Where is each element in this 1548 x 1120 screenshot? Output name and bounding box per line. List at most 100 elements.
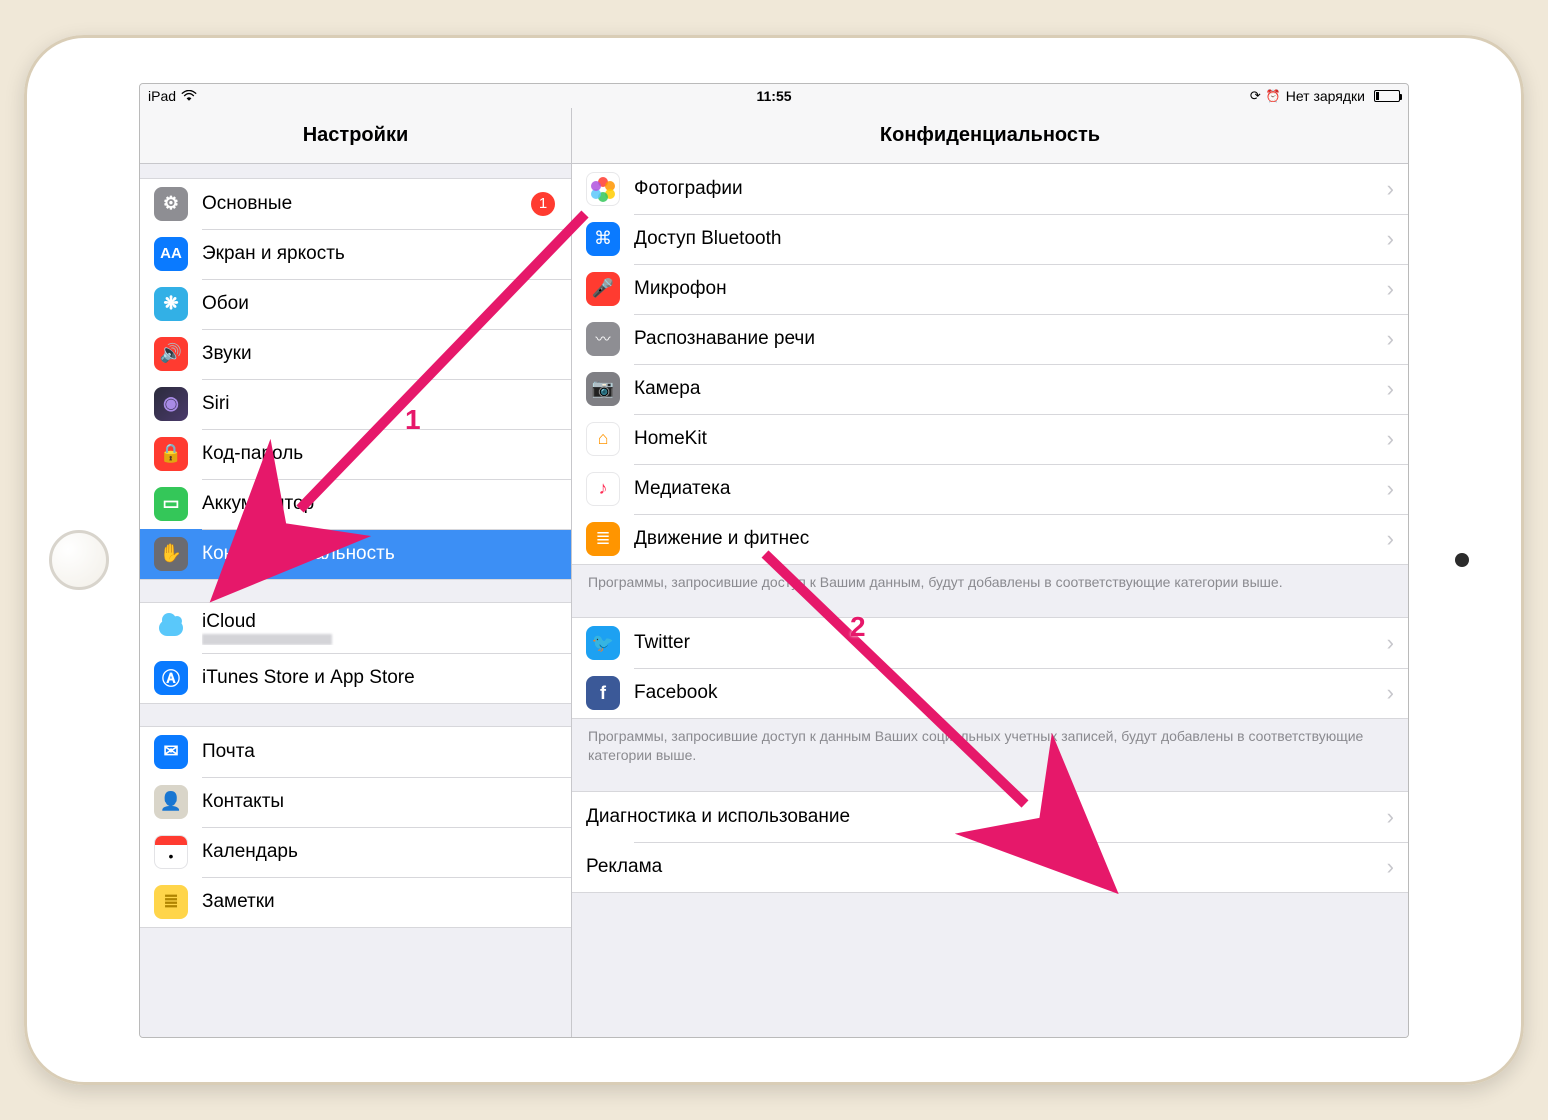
siri-icon: ◉ — [154, 387, 188, 421]
privacy-item-media[interactable]: ♪ Медиатека› — [572, 464, 1408, 514]
sidebar-item-label: Почта — [202, 741, 555, 763]
screen: iPad 11:55 ⟳ ⏰ Нет зарядки Настройки — [139, 83, 1409, 1038]
sidebar-item-mail[interactable]: ✉︎ Почта — [140, 727, 571, 777]
sidebar-title: Настройки — [140, 108, 571, 164]
sidebar-item-wallpaper[interactable]: ❋Обои — [140, 279, 571, 329]
calendar-icon: • — [154, 835, 188, 869]
chevron-right-icon: › — [1387, 526, 1394, 552]
sidebar-item-battery[interactable]: ▭ Аккумулятор — [140, 479, 571, 529]
sidebar-item-label: Контакты — [202, 791, 555, 813]
settings-sidebar: Настройки ⚙︎ Основные1 AAЭкран и яркость❋О… — [140, 108, 572, 1037]
sidebar-item-display[interactable]: AAЭкран и яркость — [140, 229, 571, 279]
privacy-footer-1: Программы, запросившие доступ к Вашим да… — [572, 565, 1408, 592]
contacts-icon: 👤 — [154, 785, 188, 819]
status-bar: iPad 11:55 ⟳ ⏰ Нет зарядки — [140, 84, 1408, 108]
badge: 1 — [531, 192, 555, 216]
wifi-icon — [181, 90, 197, 102]
privacy-item-label: Медиатека — [634, 478, 1387, 500]
sidebar-item-label: Звуки — [202, 343, 555, 365]
device-label: iPad — [148, 88, 176, 104]
notes-icon: ≣ — [154, 885, 188, 919]
privacy-item-bluetooth[interactable]: ⌘Доступ Bluetooth› — [572, 214, 1408, 264]
privacy-item-speech[interactable]: 〰 Распознавание речи› — [572, 314, 1408, 364]
battery-text: Нет зарядки — [1286, 88, 1365, 104]
privacy-item-motion[interactable]: ≣ Движение и фитнес› — [572, 514, 1408, 564]
speech-icon: 〰 — [586, 322, 620, 356]
privacy-item-label: Движение и фитнес — [634, 528, 1387, 550]
media-icon: ♪ — [586, 472, 620, 506]
mail-icon: ✉︎ — [154, 735, 188, 769]
photos-icon — [586, 172, 620, 206]
sidebar-item-label: Обои — [202, 293, 555, 315]
privacy-item-ads[interactable]: Реклама› — [572, 842, 1408, 892]
sidebar-item-label: Календарь — [202, 841, 555, 863]
sidebar-item-label: Основные — [202, 193, 531, 215]
privacy-item-label: Реклама — [586, 856, 1387, 878]
sidebar-item-general[interactable]: ⚙︎ Основные1 — [140, 179, 571, 229]
sidebar-item-appstore[interactable]: ⒶiTunes Store и App Store — [140, 653, 571, 703]
chevron-right-icon: › — [1387, 680, 1394, 706]
front-camera — [1455, 553, 1469, 567]
privacy-item-facebook[interactable]: f Facebook› — [572, 668, 1408, 718]
rotation-lock-icon: ⟳ — [1250, 88, 1261, 104]
sidebar-group-2: iCloud ⒶiTunes Store и App Store — [140, 602, 571, 704]
chevron-right-icon: › — [1387, 176, 1394, 202]
camera-icon: 📷 — [586, 372, 620, 406]
sidebar-item-label: Заметки — [202, 891, 555, 913]
privacy-item-label: HomeKit — [634, 428, 1387, 450]
sidebar-item-label: Аккумулятор — [202, 493, 555, 515]
sidebar-item-sound[interactable]: 🔊 Звуки — [140, 329, 571, 379]
privacy-group-social: 🐦Twitter› f Facebook› — [572, 617, 1408, 719]
battery-icon — [1374, 90, 1400, 102]
battery-icon: ▭ — [154, 487, 188, 521]
chevron-right-icon: › — [1387, 476, 1394, 502]
privacy-item-mic[interactable]: 🎤Микрофон› — [572, 264, 1408, 314]
privacy-item-photos[interactable]: Фотографии› — [572, 164, 1408, 214]
detail-pane: Конфиденциальность Фотографии›⌘Доступ Bl… — [572, 108, 1408, 1037]
privacy-item-label: Камера — [634, 378, 1387, 400]
privacy-item-label: Диагностика и использование — [586, 806, 1387, 828]
sidebar-item-icloud[interactable]: iCloud — [140, 603, 571, 653]
privacy-item-diag[interactable]: Диагностика и использование› — [572, 792, 1408, 842]
home-button[interactable] — [49, 530, 109, 590]
chevron-right-icon: › — [1387, 376, 1394, 402]
privacy-item-homekit[interactable]: ⌂ HomeKit› — [572, 414, 1408, 464]
motion-icon: ≣ — [586, 522, 620, 556]
sidebar-group-1: ⚙︎ Основные1 AAЭкран и яркость❋Обои 🔊 Звуки ◉… — [140, 178, 571, 580]
icloud-icon — [154, 611, 188, 645]
display-icon: AA — [154, 237, 188, 271]
sound-icon: 🔊 — [154, 337, 188, 371]
sidebar-item-label: iTunes Store и App Store — [202, 667, 555, 689]
privacy-icon: ✋ — [154, 537, 188, 571]
sidebar-item-calendar[interactable]: • Календарь — [140, 827, 571, 877]
mic-icon: 🎤 — [586, 272, 620, 306]
ipad-frame: iPad 11:55 ⟳ ⏰ Нет зарядки Настройки — [24, 35, 1524, 1085]
gear-icon: ⚙︎ — [154, 187, 188, 221]
detail-title: Конфиденциальность — [572, 108, 1408, 164]
homekit-icon: ⌂ — [586, 422, 620, 456]
sidebar-item-label: Конфиденциальность — [202, 543, 555, 565]
privacy-item-label: Фотографии — [634, 178, 1387, 200]
facebook-icon: f — [586, 676, 620, 710]
sidebar-item-notes[interactable]: ≣ Заметки — [140, 877, 571, 927]
chevron-right-icon: › — [1387, 426, 1394, 452]
chevron-right-icon: › — [1387, 854, 1394, 880]
status-time: 11:55 — [756, 88, 791, 104]
chevron-right-icon: › — [1387, 326, 1394, 352]
chevron-right-icon: › — [1387, 804, 1394, 830]
privacy-item-label: Распознавание речи — [634, 328, 1387, 350]
passcode-icon: 🔒 — [154, 437, 188, 471]
privacy-item-camera[interactable]: 📷 Камера› — [572, 364, 1408, 414]
privacy-item-label: Доступ Bluetooth — [634, 228, 1387, 250]
privacy-group-system: Диагностика и использование›Реклама› — [572, 791, 1408, 893]
privacy-item-label: Facebook — [634, 682, 1387, 704]
sidebar-item-siri[interactable]: ◉Siri — [140, 379, 571, 429]
sidebar-item-label: Код-пароль — [202, 443, 555, 465]
privacy-item-twitter[interactable]: 🐦Twitter› — [572, 618, 1408, 668]
sidebar-item-privacy[interactable]: ✋ Конфиденциальность — [140, 529, 571, 579]
chevron-right-icon: › — [1387, 226, 1394, 252]
chevron-right-icon: › — [1387, 276, 1394, 302]
sidebar-item-passcode[interactable]: 🔒 Код-пароль — [140, 429, 571, 479]
sidebar-item-label: iCloud — [202, 611, 555, 645]
sidebar-item-contacts[interactable]: 👤 Контакты — [140, 777, 571, 827]
